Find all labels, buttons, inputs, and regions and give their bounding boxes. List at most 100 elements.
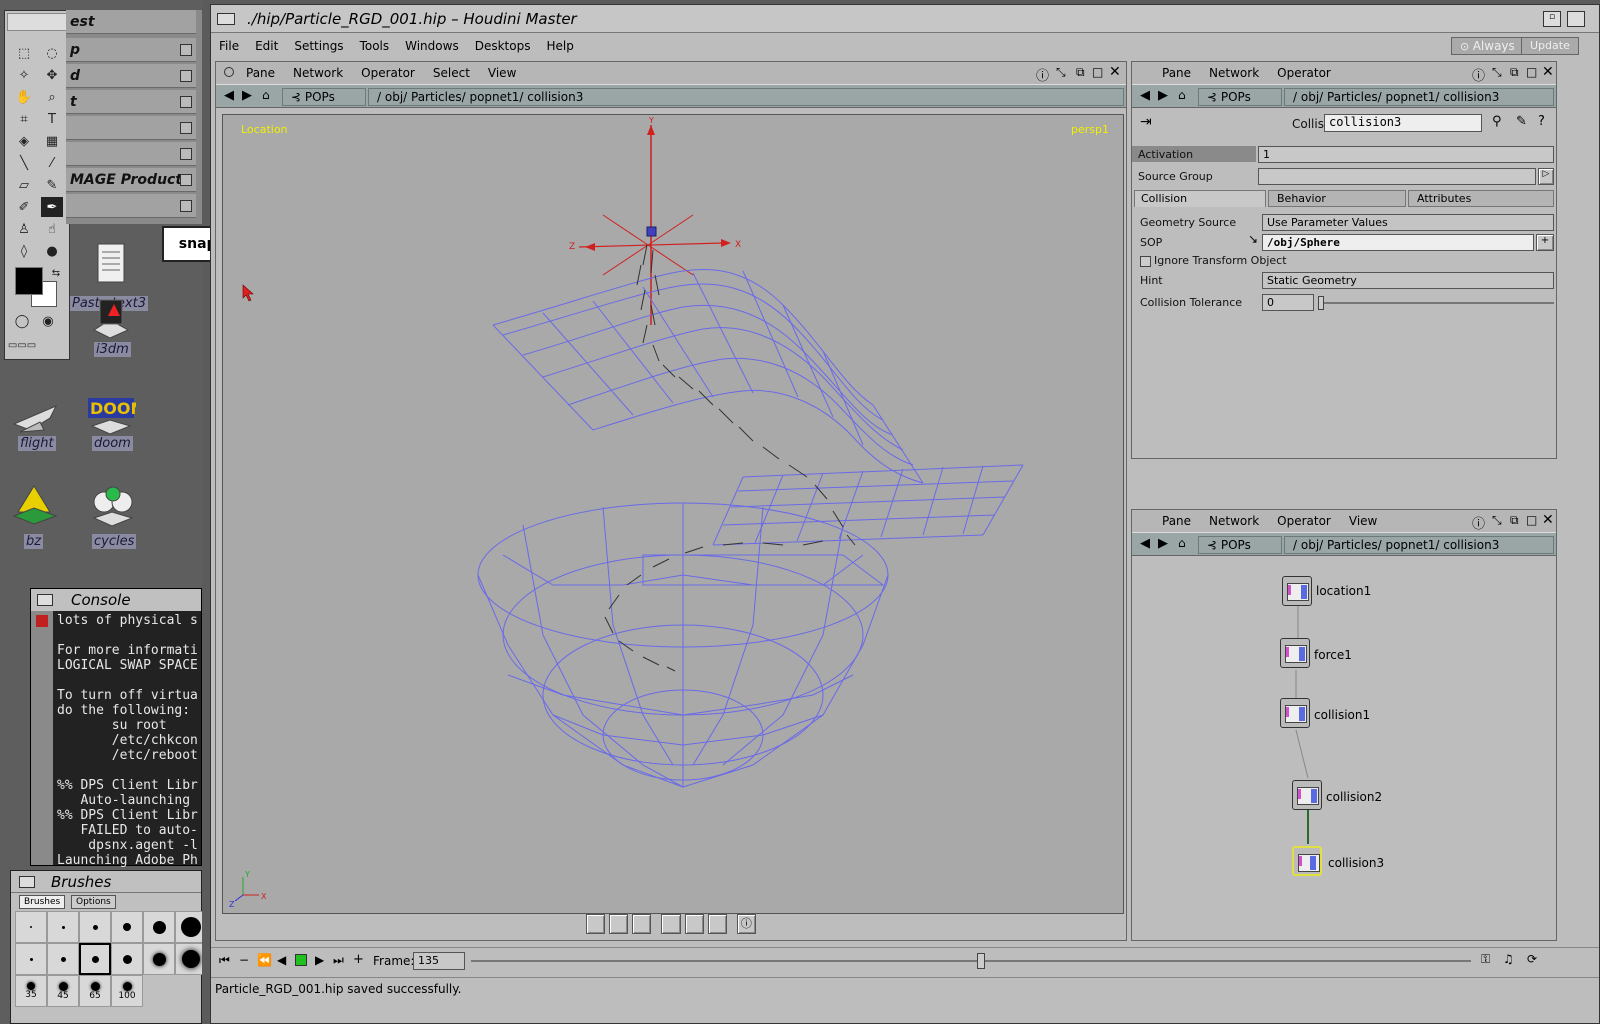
close-pane-icon[interactable]: ✕ xyxy=(1542,64,1554,80)
menu-help[interactable]: Help xyxy=(546,39,573,53)
home-icon[interactable]: ⌂ xyxy=(262,88,270,102)
pencil-icon[interactable]: ✎ xyxy=(41,175,63,195)
brush-soft-4[interactable] xyxy=(111,943,143,975)
collision-tolerance-slider-handle[interactable] xyxy=(1318,296,1324,310)
network-path-field[interactable]: / obj/ Particles/ popnet1/ collision3 xyxy=(1284,88,1554,106)
tab-collision[interactable]: Collision xyxy=(1134,190,1266,207)
brush-size-2[interactable] xyxy=(47,911,79,943)
context-selector[interactable]: ⊰ POPs xyxy=(282,88,366,106)
pin-icon[interactable]: ⚲ xyxy=(1492,114,1502,129)
ignore-transform-checkbox[interactable] xyxy=(1140,256,1151,267)
console-scrollbar[interactable] xyxy=(31,611,53,865)
node-label[interactable]: collision3 xyxy=(1328,856,1384,870)
brush-size-5[interactable] xyxy=(143,911,175,943)
node-collision2[interactable] xyxy=(1292,780,1322,810)
op-chooser-arrow-icon[interactable]: ↘ xyxy=(1248,232,1258,246)
back-icon[interactable]: ◀ xyxy=(1140,88,1150,103)
param-menu-network[interactable]: Network xyxy=(1209,66,1259,80)
eraser-icon[interactable]: ▱ xyxy=(13,175,35,195)
bucket-icon[interactable]: ◈ xyxy=(13,131,35,151)
realtime-icon[interactable]: ⟳ xyxy=(1527,952,1537,966)
forward-icon[interactable]: ▶ xyxy=(242,88,252,103)
window-menu-icon[interactable] xyxy=(37,594,53,606)
tab-brushes[interactable]: Brushes xyxy=(19,895,66,909)
desktop-icon-label[interactable]: cycles xyxy=(92,534,137,549)
viewer-menu-pane[interactable]: Pane xyxy=(246,66,275,80)
brush-soft-1[interactable] xyxy=(15,943,47,975)
tank-icon[interactable] xyxy=(10,482,60,526)
maximize-icon[interactable] xyxy=(1567,11,1585,27)
magic-wand-icon[interactable]: ✧ xyxy=(13,65,35,85)
brush-large-100[interactable]: 100 xyxy=(111,975,143,1007)
jet-icon[interactable] xyxy=(10,396,60,436)
3d-viewport[interactable]: Location persp1 X Z Y X Y Z xyxy=(222,114,1124,914)
swap-colors-icon[interactable]: ⇆ xyxy=(45,263,67,283)
maximize-pane-icon[interactable]: □ xyxy=(1092,65,1103,79)
node-collision1[interactable] xyxy=(1280,698,1310,728)
rect-select-icon[interactable]: ⬚ xyxy=(13,43,35,63)
foreground-color-swatch-top[interactable] xyxy=(15,267,43,295)
node-collision3-selected[interactable] xyxy=(1292,846,1322,876)
brush-size-6[interactable] xyxy=(175,911,202,943)
menu-edit[interactable]: Edit xyxy=(255,39,278,53)
network-path-field[interactable]: / obj/ Particles/ popnet1/ collision3 xyxy=(368,88,1124,106)
scene-geometry[interactable]: X Z Y X Y Z xyxy=(223,115,1124,914)
display-filter-icon[interactable] xyxy=(661,914,681,934)
stop-icon[interactable] xyxy=(295,954,307,966)
brush-soft-5[interactable] xyxy=(143,943,175,975)
hand-icon[interactable]: ✋ xyxy=(13,87,35,107)
brush-size-1[interactable] xyxy=(15,911,47,943)
audio-icon[interactable]: ♫ xyxy=(1503,952,1514,966)
play-forward-icon[interactable]: ▶ xyxy=(315,953,324,967)
toolbox-titlebar[interactable] xyxy=(7,13,67,31)
brush-large-45[interactable]: 45 xyxy=(47,975,79,1007)
source-group-menu-icon[interactable]: ▷ xyxy=(1538,168,1554,185)
menu-row-6[interactable]: MAGE Products xyxy=(66,168,196,192)
desktop-icon-label[interactable]: doom xyxy=(92,436,133,451)
menu-file[interactable]: File xyxy=(219,39,239,53)
window-menu-icon[interactable] xyxy=(217,13,235,25)
desktop-icon-label[interactable]: bz xyxy=(24,534,44,549)
close-pane-icon[interactable]: ✕ xyxy=(1109,64,1121,80)
help-icon[interactable]: ? xyxy=(1538,114,1545,129)
menu-row-2[interactable]: d xyxy=(66,64,196,88)
document-icon[interactable] xyxy=(94,240,130,288)
screen-mode-icon[interactable]: ▭▭▭ xyxy=(8,335,36,355)
step-plus-icon[interactable]: + xyxy=(353,952,364,967)
param-menu-pane[interactable]: Pane xyxy=(1162,66,1191,80)
lasso-icon[interactable]: ◌ xyxy=(41,43,63,63)
hint-dropdown[interactable]: Static Geometry xyxy=(1262,272,1554,289)
maximize-pane-icon[interactable]: □ xyxy=(1526,65,1537,79)
text-tool-icon[interactable]: T xyxy=(41,109,63,129)
menu-row-0[interactable]: est xyxy=(66,10,196,34)
doom-icon[interactable]: DOOM xyxy=(86,392,136,436)
i3dm-icon[interactable] xyxy=(88,294,132,338)
context-selector[interactable]: ⊰ POPs xyxy=(1198,88,1282,106)
minimize-icon[interactable]: ▫ xyxy=(1543,11,1561,27)
node-force1[interactable] xyxy=(1280,638,1310,668)
cube-view-icon[interactable] xyxy=(632,914,652,934)
smudge-icon[interactable]: ☝ xyxy=(41,219,63,239)
quickmask-mode-icon[interactable]: ◉ xyxy=(37,311,59,331)
tab-attributes[interactable]: Attributes xyxy=(1408,190,1554,207)
sop-path-field[interactable]: /obj/Sphere xyxy=(1262,234,1534,251)
update-button[interactable]: Update xyxy=(1521,37,1579,55)
menu-tools[interactable]: Tools xyxy=(360,39,390,53)
sop-chooser-icon[interactable]: + xyxy=(1536,234,1554,251)
tab-options[interactable]: Options xyxy=(71,895,116,909)
airbrush-icon[interactable]: ✐ xyxy=(13,197,35,217)
source-group-field[interactable] xyxy=(1258,168,1536,185)
window-titlebar[interactable]: ./hip/Particle_RGD_001.hip – Houdini Mas… xyxy=(211,5,1599,33)
node-location1[interactable] xyxy=(1282,576,1312,606)
go-start-icon[interactable]: ⏮ xyxy=(219,953,230,968)
viewport-info-icon[interactable]: ⓘ xyxy=(736,914,756,934)
menu-row-7[interactable] xyxy=(66,194,196,218)
node-label[interactable]: location1 xyxy=(1316,584,1371,598)
desktop-icon-label[interactable]: i3dm xyxy=(94,342,131,357)
menu-settings[interactable]: Settings xyxy=(294,39,343,53)
zoom-icon[interactable]: ⌕ xyxy=(41,87,63,107)
brush-large-35[interactable]: 35 xyxy=(15,975,47,1007)
home-icon[interactable]: ⌂ xyxy=(1178,88,1186,102)
viewer-menu-view[interactable]: View xyxy=(488,66,516,80)
pane-link-icon[interactable] xyxy=(224,67,234,77)
